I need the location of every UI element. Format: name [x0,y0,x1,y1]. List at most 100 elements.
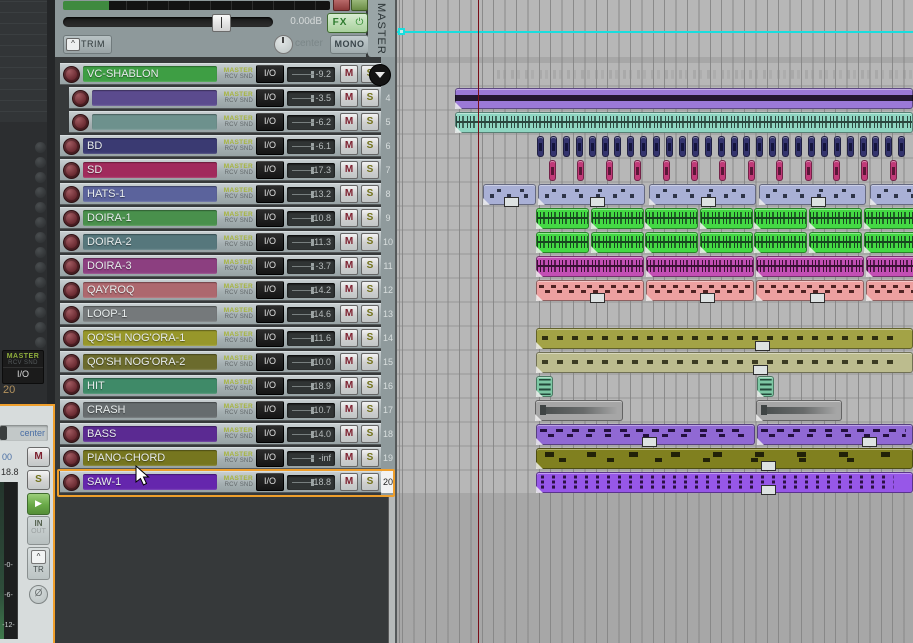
media-item[interactable] [678,135,686,157]
mute-button[interactable]: M [340,185,358,203]
mixer-trim-button[interactable]: ^ TR [27,547,50,580]
solo-button[interactable]: S [361,473,379,491]
master-volume-fader[interactable] [63,17,273,27]
fade-in-handle[interactable] [536,269,543,277]
volume-readout[interactable]: -6.1 [287,138,335,154]
volume-readout[interactable]: -11.3 [287,234,335,250]
media-item[interactable] [756,255,864,277]
volume-readout[interactable]: -18.8 [287,474,335,490]
track-name-field[interactable] [92,114,217,130]
track-name-field[interactable]: SD [83,162,217,178]
media-item[interactable] [549,135,557,157]
track-name-field[interactable]: CRASH [83,402,217,418]
master-mute-button[interactable] [333,0,350,11]
master-solo-button[interactable] [351,0,368,11]
track-name-field[interactable]: DOIRA-2 [83,234,217,250]
fade-in-handle[interactable] [536,365,543,373]
track-name-field[interactable]: BD [83,138,217,154]
media-item[interactable] [730,135,738,157]
fade-in-handle[interactable] [646,269,653,277]
fade-in-handle[interactable] [645,221,653,229]
media-item[interactable] [535,399,623,421]
mixer-pan-slider[interactable]: center [0,425,48,441]
solo-button[interactable]: S [361,185,379,203]
mute-button[interactable]: M [340,209,358,227]
media-item[interactable] [536,231,589,253]
mute-button[interactable]: M [340,257,358,275]
volume-readout[interactable]: -10.8 [287,210,335,226]
media-item[interactable] [869,183,913,205]
track-number-cell[interactable]: 18 [381,423,395,445]
fade-in-handle[interactable] [536,389,543,397]
media-item[interactable] [756,399,842,421]
track-number-cell[interactable]: 7 [381,159,395,181]
media-item[interactable] [653,135,661,157]
mute-button[interactable]: M [340,449,358,467]
track-name-field[interactable]: PIANO-CHORD [83,450,217,466]
fade-in-handle[interactable] [863,221,871,229]
media-item[interactable] [743,135,751,157]
solo-button[interactable]: S [361,89,379,107]
record-arm-button[interactable] [63,473,80,491]
track-number-cell[interactable]: 17 [381,399,395,421]
volume-readout[interactable]: -inf [287,450,335,466]
fade-in-handle[interactable] [759,197,766,205]
media-item[interactable] [536,279,644,303]
media-item[interactable] [747,159,755,181]
loop-point-handle[interactable] [761,460,776,471]
io-button[interactable]: I/O [256,281,284,299]
media-item[interactable] [872,135,880,157]
fade-in-handle[interactable] [809,245,816,253]
track-row-BASS[interactable]: BASS MASTER RCV SND I/O -14.0 M S [60,423,381,445]
master-fx-button[interactable]: FX [327,13,353,33]
io-button[interactable]: I/O [256,209,284,227]
volume-readout[interactable]: -14.2 [287,282,335,298]
fade-in-handle[interactable] [863,245,871,253]
media-item[interactable] [717,135,725,157]
solo-button[interactable]: S [361,425,379,443]
track-row-HIT[interactable]: HIT MASTER RCV SND I/O -18.9 M S [60,375,381,397]
fade-in-handle[interactable] [455,101,462,109]
media-item[interactable] [537,135,544,157]
fade-in-handle[interactable] [590,221,598,229]
track-number-cell[interactable]: 16 [381,375,395,397]
track-name-field[interactable]: DOIRA-3 [83,258,217,274]
record-arm-button[interactable] [63,281,80,299]
record-arm-button[interactable] [63,401,80,419]
solo-button[interactable]: S [361,353,379,371]
media-item[interactable] [590,207,644,229]
track-row-DOIRA-3[interactable]: DOIRA-3 MASTER RCV SND I/O -3.7 M S [60,255,381,277]
loop-point-handle[interactable] [811,196,826,207]
loop-point-handle[interactable] [761,484,776,495]
track-name-field[interactable] [92,90,217,106]
media-item[interactable] [549,159,556,181]
mixer-mute-button[interactable]: M [27,447,50,467]
media-item[interactable] [861,159,869,181]
master-pan-knob[interactable] [274,35,293,54]
media-item[interactable] [804,159,812,181]
fade-in-handle[interactable] [483,197,490,205]
record-arm-button[interactable] [63,329,80,347]
track-number-cell[interactable]: 6 [381,135,395,157]
fade-in-handle[interactable] [756,413,763,421]
volume-readout[interactable]: -9.2 [287,66,335,82]
media-item[interactable] [809,231,862,253]
media-item[interactable] [646,255,754,277]
solo-button[interactable]: S [361,209,379,227]
record-arm-button[interactable] [72,89,89,107]
media-item[interactable] [691,159,698,181]
media-item[interactable] [634,159,642,181]
track-number-cell[interactable]: 9 [381,207,395,229]
fade-in-handle[interactable] [645,245,653,253]
media-item[interactable] [577,159,585,181]
fade-in-handle[interactable] [590,245,598,253]
solo-button[interactable]: S [361,377,379,395]
media-item[interactable] [536,207,589,229]
media-item[interactable] [575,135,583,157]
record-arm-button[interactable] [63,233,80,251]
mute-button[interactable]: M [340,329,358,347]
mute-button[interactable]: M [340,353,358,371]
track-number-cell[interactable]: 15 [381,351,395,373]
fade-in-handle[interactable] [536,485,543,493]
media-item[interactable] [889,159,897,181]
